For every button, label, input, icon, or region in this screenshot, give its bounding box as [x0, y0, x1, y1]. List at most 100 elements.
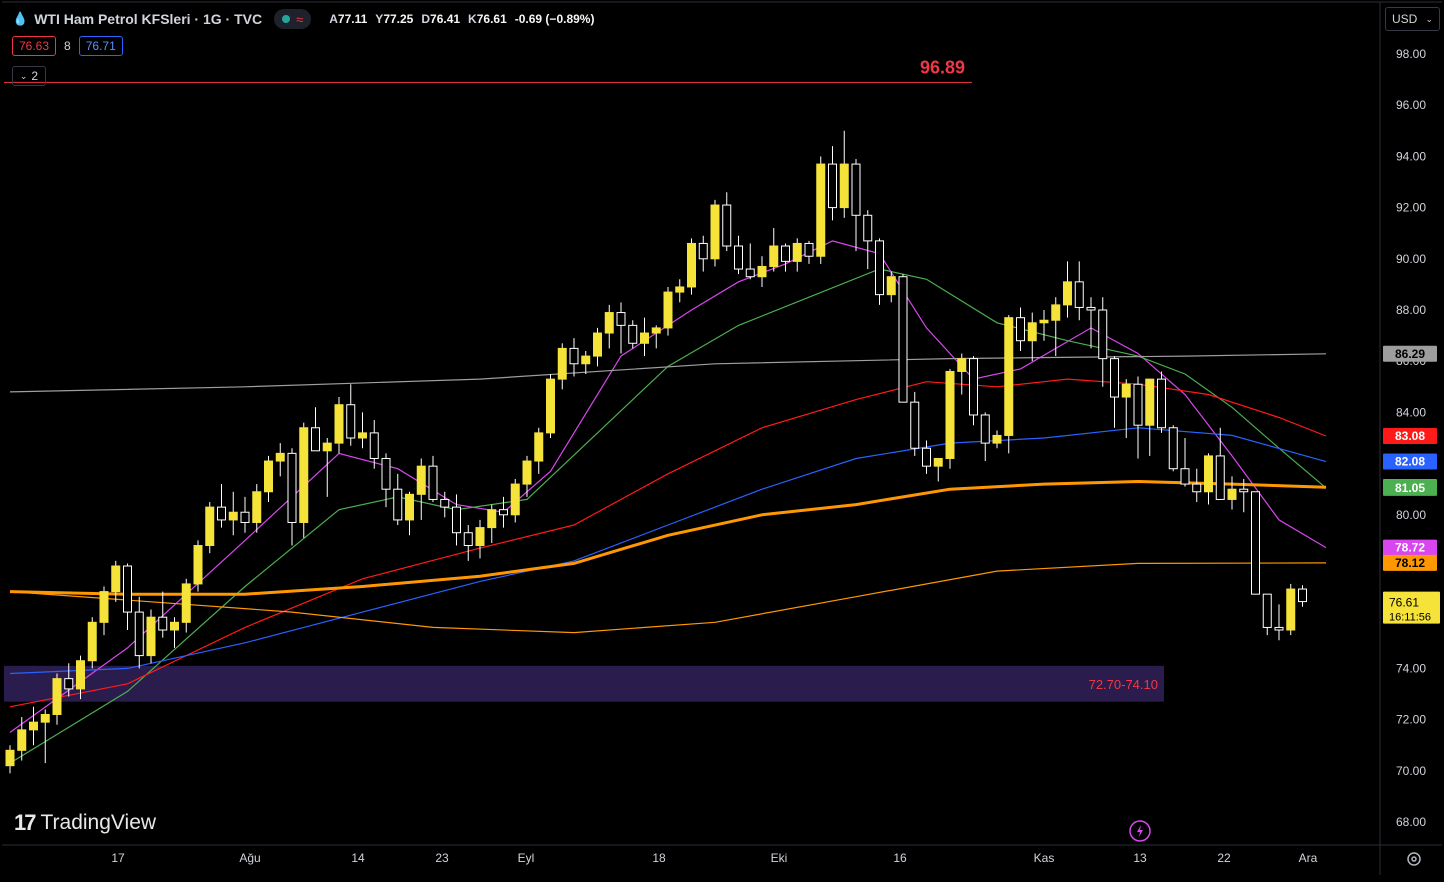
time-tick-label: Ara	[1299, 851, 1318, 865]
candle-body	[1298, 588, 1307, 603]
candle-body	[851, 163, 861, 216]
candle-body	[369, 432, 379, 459]
candle-body	[616, 312, 626, 326]
candle-body	[1262, 593, 1272, 628]
price-badge: 78.72	[1383, 539, 1437, 556]
candle-body	[381, 457, 391, 490]
indicators-toggle[interactable]: ⌄ 2	[12, 66, 46, 86]
time-tick-label: Eki	[771, 851, 788, 865]
candle-body	[945, 370, 955, 459]
chart-frame: 72.70-74.10 96.89 98.00 96.00 94.00 92.00 90…	[0, 0, 1444, 877]
candle-body	[146, 616, 156, 657]
candle	[875, 238, 884, 305]
candle	[969, 356, 978, 426]
candle-body	[769, 245, 779, 267]
candle-body	[1110, 358, 1119, 398]
candle-body	[1016, 317, 1025, 342]
price-tick-label: 92.00	[1396, 201, 1426, 215]
price-badge: 83.08	[1383, 427, 1437, 444]
chevron-down-icon: ⌄	[19, 70, 28, 81]
candle-body	[1074, 281, 1084, 308]
candle-body	[522, 460, 532, 485]
low-value: 76.41	[430, 12, 461, 26]
candle-body	[1239, 488, 1249, 493]
candle-body	[734, 245, 743, 270]
candle	[898, 274, 908, 403]
candle-body	[205, 506, 215, 547]
candle	[1157, 371, 1166, 433]
price-badge-value: 78.12	[1395, 556, 1425, 570]
candle	[1168, 425, 1178, 472]
time-tick-label: Ağu	[239, 851, 260, 865]
candle-body	[933, 457, 943, 467]
candle-body	[1227, 488, 1237, 500]
open-value: 77.11	[337, 12, 368, 26]
candle-body	[804, 242, 814, 257]
candle-body	[1086, 306, 1096, 311]
candle-body	[1215, 455, 1225, 500]
price-tick-label: 68.00	[1396, 815, 1426, 829]
price-tick-label: 84.00	[1396, 405, 1426, 419]
close-label: K	[468, 12, 477, 26]
candle	[710, 199, 720, 267]
candle-body	[839, 163, 849, 209]
candle	[87, 617, 97, 669]
candle-body	[217, 506, 226, 521]
market-status[interactable]: ≈	[274, 9, 312, 29]
candle-body	[87, 621, 97, 662]
candle-body	[1157, 378, 1166, 429]
price-tick-label: 94.00	[1396, 149, 1426, 163]
candle-body	[299, 427, 309, 523]
currency-select[interactable]: USD ⌄	[1385, 7, 1440, 31]
last-price-value: 76.61	[1389, 596, 1419, 610]
candle-body	[252, 491, 262, 523]
support-zone-label: 72.70-74.10	[1089, 677, 1158, 692]
candle	[663, 286, 673, 336]
candle-body	[405, 493, 414, 521]
price-tick-label: 74.00	[1396, 661, 1426, 675]
candle-body	[123, 565, 132, 613]
candle-body	[393, 488, 403, 521]
candle-body	[534, 432, 544, 462]
candle	[1286, 583, 1296, 636]
candle-body	[322, 442, 332, 452]
price-badge: 86.29	[1383, 345, 1437, 362]
candle-body	[722, 204, 732, 247]
low-label: D	[421, 12, 431, 26]
candle-body	[170, 621, 179, 631]
wave-icon: ≈	[296, 11, 304, 27]
time-tick-label: 14	[351, 851, 365, 865]
candle-body	[358, 432, 367, 439]
price-chart[interactable]: 72.70-74.10 96.89 98.00 96.00 94.00 92.00 90…	[0, 0, 1444, 877]
time-tick-label: 16	[893, 851, 907, 865]
candle	[146, 609, 156, 664]
candle-body	[863, 214, 873, 242]
bid-ask-row: 76.63 8 76.71	[12, 36, 123, 56]
open-label: A	[329, 12, 338, 26]
buy-button[interactable]: 76.71	[78, 36, 123, 56]
candle-body	[1286, 588, 1296, 631]
price-tick-label: 90.00	[1396, 252, 1426, 266]
candle-body	[193, 545, 203, 585]
symbol-title[interactable]: WTI Ham Petrol KFSleri · 1G · TVC	[34, 11, 262, 27]
candle-body	[240, 511, 250, 523]
candle	[1251, 491, 1260, 595]
candle-body	[663, 291, 673, 329]
price-badge-value: 78.72	[1395, 541, 1425, 555]
time-tick-label: 13	[1133, 851, 1147, 865]
candle-body	[111, 565, 121, 593]
candle	[546, 374, 555, 438]
price-badge-value: 81.05	[1395, 481, 1425, 495]
candle-body	[499, 509, 508, 516]
candle-body	[828, 163, 837, 209]
candle	[816, 156, 826, 264]
time-tick-label: 18	[652, 851, 666, 865]
candle-body	[29, 721, 38, 731]
candle-body	[581, 355, 591, 365]
sell-button[interactable]: 76.63	[12, 36, 57, 56]
price-badge: 82.08	[1383, 453, 1437, 470]
support-zone[interactable]: 72.70-74.10	[4, 665, 1164, 702]
tradingview-logo[interactable]: 17 TradingView	[14, 810, 156, 836]
candle-body	[1168, 427, 1178, 470]
candle-body	[475, 527, 485, 547]
